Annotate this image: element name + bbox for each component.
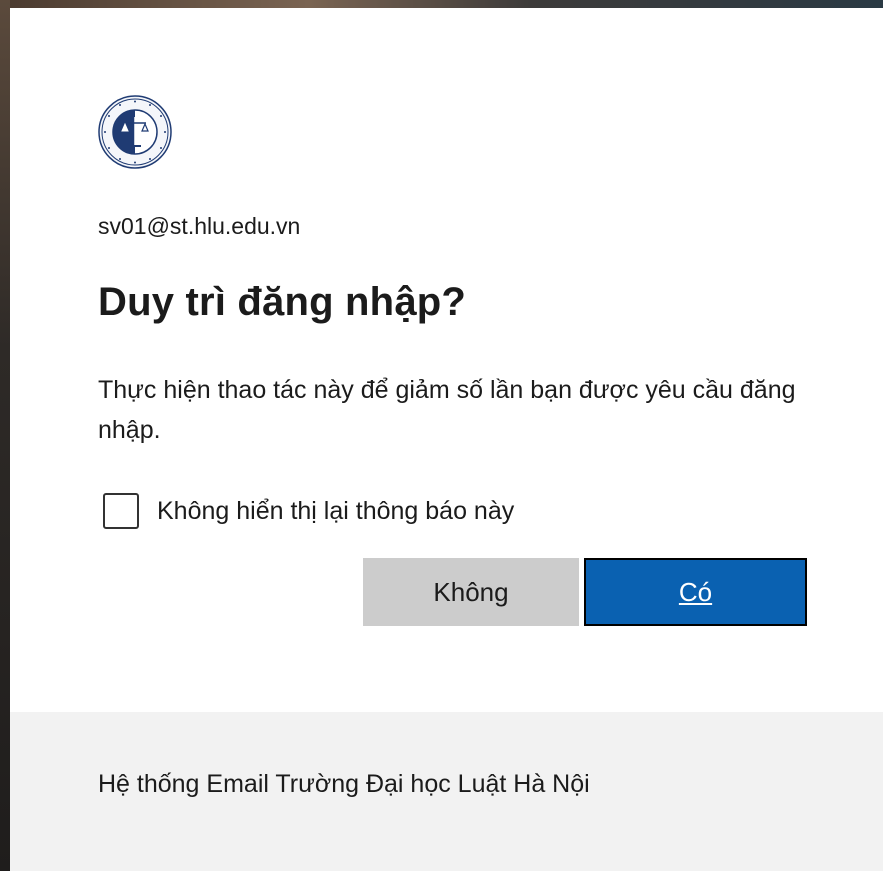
no-button[interactable]: Không [363, 558, 579, 626]
background-left-edge [0, 0, 10, 871]
account-email: sv01@st.hlu.edu.vn [98, 213, 301, 239]
university-seal-logo [98, 95, 172, 169]
page-title: Duy trì đăng nhập? [98, 280, 467, 324]
dialog-description: Thực hiện thao tác này để giảm số lần bạ… [98, 376, 796, 444]
dont-show-again-option[interactable]: Không hiển thị lại thông báo này [103, 493, 514, 529]
dont-show-again-checkbox[interactable] [103, 493, 139, 529]
dont-show-again-label: Không hiển thị lại thông báo này [157, 496, 515, 525]
yes-button[interactable]: Có [584, 558, 807, 626]
sign-in-dialog: sv01@st.hlu.edu.vn Duy trì đăng nhập? Th… [10, 8, 883, 871]
footer-text: Hệ thống Email Trường Đại học Luật Hà Nộ… [98, 770, 590, 798]
footer: Hệ thống Email Trường Đại học Luật Hà Nộ… [10, 712, 883, 871]
background-top-edge [0, 0, 883, 8]
